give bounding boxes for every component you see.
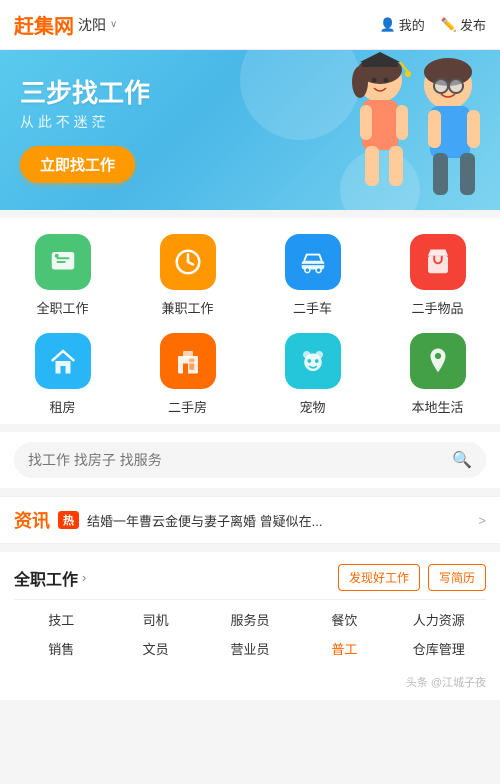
- my-label: 我的: [399, 15, 425, 34]
- category-fulltime[interactable]: 全职工作: [0, 234, 125, 317]
- write-resume-button[interactable]: 写简历: [428, 564, 486, 591]
- rent-icon: [35, 333, 91, 389]
- job-tags-grid: 技工 司机 服务员 餐饮 人力资源 销售 文员 营业员 普工 仓库管理: [14, 600, 486, 668]
- pet-label: 宠物: [299, 397, 325, 416]
- search-input[interactable]: [28, 452, 444, 468]
- tag-5[interactable]: 销售: [14, 639, 108, 658]
- chevron-down-icon[interactable]: ∨: [110, 19, 117, 30]
- usedgoods-icon: [410, 234, 466, 290]
- category-rent[interactable]: 租房: [0, 333, 125, 416]
- city-selector[interactable]: 沈阳: [78, 15, 106, 35]
- tag-2[interactable]: 服务员: [203, 610, 297, 629]
- tag-6[interactable]: 文员: [108, 639, 202, 658]
- section-title-wrap: 全职工作 ›: [14, 566, 86, 590]
- news-label: 资讯: [14, 507, 50, 533]
- section-title: 全职工作: [14, 566, 78, 590]
- parttime-icon: [160, 234, 216, 290]
- tag-1[interactable]: 司机: [108, 610, 202, 629]
- usedgoods-label: 二手物品: [411, 298, 463, 317]
- header-right: 👤 我的 ✏️ 发布: [380, 15, 486, 34]
- banner: 三步找工作 从 此 不 迷 茫 立即找工作: [0, 50, 500, 210]
- category-local[interactable]: 本地生活: [375, 333, 500, 416]
- local-label: 本地生活: [411, 397, 463, 416]
- category-parttime[interactable]: 兼职工作: [125, 234, 250, 317]
- parttime-label: 兼职工作: [161, 298, 213, 317]
- tag-0[interactable]: 技工: [14, 610, 108, 629]
- fulltime-label: 全职工作: [36, 298, 88, 317]
- tag-7[interactable]: 营业员: [203, 639, 297, 658]
- tag-4[interactable]: 人力资源: [392, 610, 486, 629]
- section-actions: 发现好工作 写简历: [338, 564, 486, 591]
- search-input-wrap: 🔍: [14, 442, 486, 478]
- category-usedgoods[interactable]: 二手物品: [375, 234, 500, 317]
- categories-grid: 全职工作 兼职工作 二手车 二手物品 租房 二手房 宠物: [0, 218, 500, 424]
- news-bar[interactable]: 资讯 热 结婚一年曹云金便与妻子离婚 曾疑似在... >: [0, 496, 500, 544]
- find-good-job-button[interactable]: 发现好工作: [338, 564, 420, 591]
- category-usedcar[interactable]: 二手车: [250, 234, 375, 317]
- publish-button[interactable]: ✏️ 发布: [441, 15, 486, 34]
- banner-title: 三步找工作: [20, 77, 480, 111]
- edit-icon: ✏️: [441, 17, 457, 33]
- search-icon: 🔍: [452, 450, 472, 470]
- banner-subtitle: 从 此 不 迷 茫: [20, 112, 480, 132]
- search-bar: 🔍: [0, 432, 500, 488]
- news-arrow: >: [478, 513, 486, 528]
- publish-label: 发布: [460, 15, 486, 34]
- news-hot-badge: 热: [58, 511, 79, 529]
- header-left: 赶集网 沈阳 ∨: [14, 10, 117, 39]
- pet-icon: [285, 333, 341, 389]
- local-icon: [410, 333, 466, 389]
- my-button[interactable]: 👤 我的: [380, 15, 425, 34]
- fulltime-section: 全职工作 › 发现好工作 写简历 技工 司机 服务员 餐饮 人力资源 销售 文员…: [0, 552, 500, 668]
- fulltime-icon: [35, 234, 91, 290]
- usedcar-icon: [285, 234, 341, 290]
- user-icon: 👤: [380, 17, 396, 33]
- category-pet[interactable]: 宠物: [250, 333, 375, 416]
- watermark-text: 头条 @江城子夜: [406, 677, 486, 689]
- news-content: 结婚一年曹云金便与妻子离婚 曾疑似在...: [87, 511, 470, 530]
- section-header: 全职工作 › 发现好工作 写简历: [14, 552, 486, 600]
- usedcar-label: 二手车: [293, 298, 332, 317]
- category-secondhouse[interactable]: 二手房: [125, 333, 250, 416]
- logo: 赶集网: [14, 10, 74, 39]
- section-title-arrow: ›: [82, 570, 86, 585]
- find-job-button[interactable]: 立即找工作: [20, 146, 135, 183]
- tag-8[interactable]: 普工: [297, 639, 391, 658]
- rent-label: 租房: [49, 397, 75, 416]
- header: 赶集网 沈阳 ∨ 👤 我的 ✏️ 发布: [0, 0, 500, 50]
- tag-9[interactable]: 仓库管理: [392, 639, 486, 658]
- secondhouse-label: 二手房: [168, 397, 207, 416]
- secondhouse-icon: [160, 333, 216, 389]
- tag-3[interactable]: 餐饮: [297, 610, 391, 629]
- footer-watermark: 头条 @江城子夜: [0, 668, 500, 700]
- banner-text-area: 三步找工作 从 此 不 迷 茫 立即找工作: [20, 77, 480, 184]
